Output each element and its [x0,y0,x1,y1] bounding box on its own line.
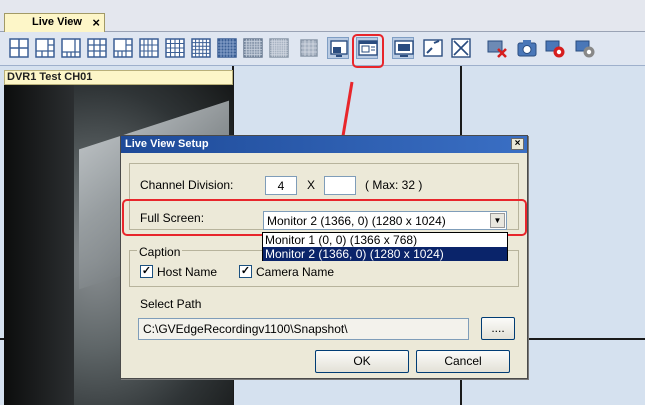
dialog-title-bar[interactable]: Live View Setup × [121,136,527,153]
max-label: ( Max: 32 ) [365,178,423,192]
auto-fit-icon[interactable] [422,37,444,59]
custom-layout-icon[interactable] [298,37,320,59]
cancel-button[interactable]: Cancel [416,350,510,373]
dialog-title: Live View Setup [125,138,209,150]
snapshot-icon[interactable] [516,37,538,59]
camera-title: DVR1 Test CH01 [4,70,233,85]
annotation-highlight-toolbar [352,34,384,68]
layout-3x3-icon[interactable] [86,37,108,59]
browse-button[interactable]: .... [481,317,515,340]
layout-5x5-icon[interactable] [190,37,212,59]
ok-button[interactable]: OK [315,350,409,373]
tab-close-icon[interactable]: × [92,15,100,30]
toolbar [0,32,645,66]
channel-division-label: Channel Division: [140,178,234,192]
host-name-checkbox[interactable]: ✓ [140,265,153,278]
stretch-icon[interactable] [450,37,472,59]
record-settings-icon[interactable] [574,37,596,59]
camera-name-label: Camera Name [256,265,335,279]
channel-rows-input[interactable] [324,176,356,195]
host-name-label: Host Name [157,265,218,279]
tab-label: Live View [32,16,82,28]
tab-live-view[interactable]: Live View × [4,13,105,32]
tab-strip: Live View × [0,0,645,32]
layout-1plus12-icon[interactable] [138,37,160,59]
layout-1plus5-icon[interactable] [34,37,56,59]
disconnect-camera-icon[interactable] [486,37,508,59]
annotation-highlight-fullscreen [122,199,527,236]
layout-4x4-icon[interactable] [164,37,186,59]
caption-label: Caption [137,245,183,259]
dropdown-option-monitor-1[interactable]: Monitor 1 (0, 0) (1366 x 768) [263,233,507,247]
multi-view-icon[interactable] [327,37,349,59]
layout-8x8-icon[interactable] [268,37,290,59]
channel-cols-input[interactable]: 4 [265,176,297,195]
record-icon[interactable] [544,37,566,59]
layout-1x1-icon[interactable] [8,37,30,59]
fullscreen-monitor-icon[interactable] [392,37,414,59]
layout-7x7-icon[interactable] [242,37,264,59]
x-label: X [307,178,316,192]
layout-1plus9-icon[interactable] [112,37,134,59]
camera-name-checkbox[interactable]: ✓ [239,265,252,278]
dropdown-option-monitor-2[interactable]: Monitor 2 (1366, 0) (1280 x 1024) [263,247,507,261]
layout-1plus7-icon[interactable] [60,37,82,59]
layout-6x6-icon[interactable] [216,37,238,59]
path-input[interactable]: C:\GVEdgeRecordingv1100\Snapshot\ [138,318,469,340]
full-screen-dropdown-list: Monitor 1 (0, 0) (1366 x 768) Monitor 2 … [262,232,508,261]
select-path-label: Select Path [140,297,202,311]
dialog-close-icon[interactable]: × [511,138,524,150]
